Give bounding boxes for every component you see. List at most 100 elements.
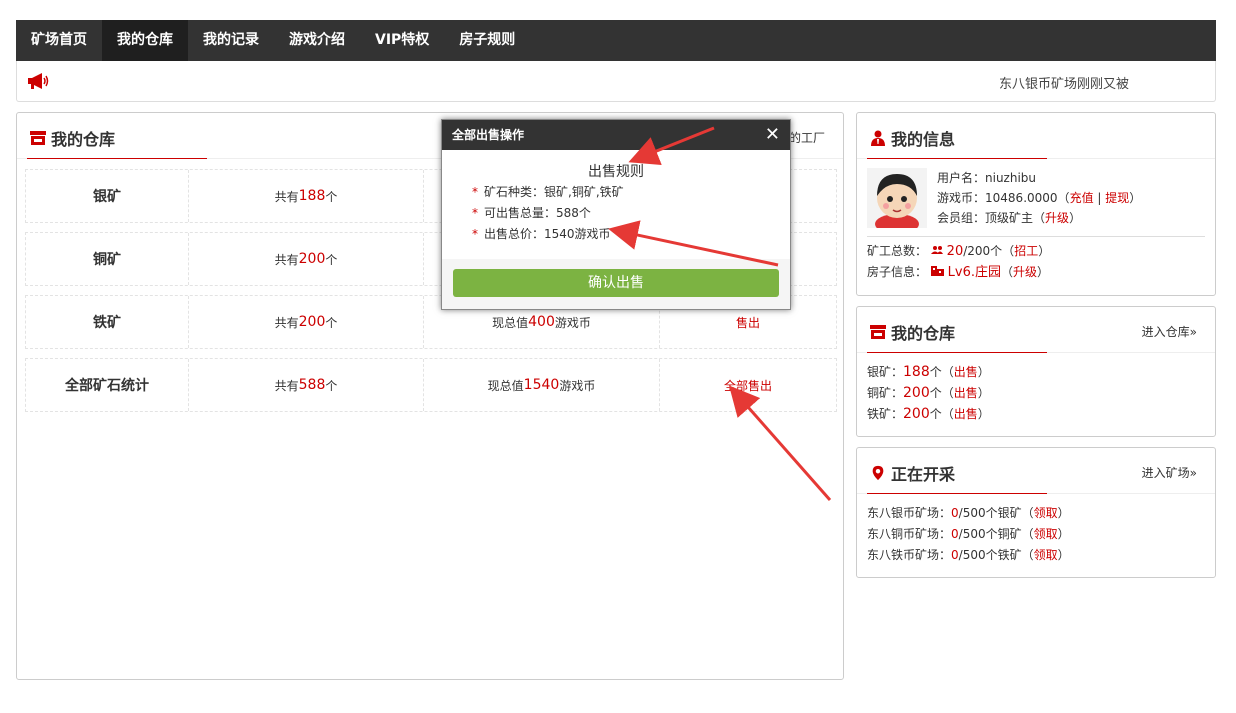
enter-mine-link[interactable]: 进入矿场» bbox=[1142, 464, 1197, 481]
value-unit: 游戏币 bbox=[554, 315, 591, 330]
mine-capacity: /500个铁矿 bbox=[958, 548, 1022, 562]
ore-action: 全部售出 bbox=[660, 359, 836, 411]
recruit-link[interactable]: 招工 bbox=[1014, 244, 1038, 258]
username-label: 用户名： bbox=[937, 171, 986, 185]
item-unit: 个 bbox=[929, 386, 942, 400]
tab-vip[interactable]: VIP特权 bbox=[360, 20, 444, 61]
mine-name: 东八铜币矿场： bbox=[867, 527, 952, 541]
tab-game-intro[interactable]: 游戏介绍 bbox=[274, 20, 360, 61]
user-icon bbox=[871, 130, 885, 146]
list-item: 银矿：188个（出售） bbox=[867, 364, 990, 380]
sell-link[interactable]: 出售 bbox=[954, 386, 978, 400]
avatar bbox=[867, 168, 927, 228]
ore-value: 现总值 1540 游戏币 bbox=[424, 359, 660, 411]
mine-name: 东八铁币矿场： bbox=[867, 548, 952, 562]
my-info-header: 我的信息 bbox=[857, 113, 1215, 159]
store-icon bbox=[30, 131, 46, 145]
dialog-header: 全部出售操作 ✕ bbox=[442, 120, 790, 150]
tab-my-warehouse[interactable]: 我的仓库 bbox=[102, 20, 188, 61]
house-value: Lv6.庄园 bbox=[947, 265, 1002, 280]
group-icon bbox=[930, 246, 943, 254]
upgrade-house-link[interactable]: 升级 bbox=[1013, 265, 1037, 279]
mining-header: 正在开采 进入矿场» bbox=[857, 448, 1215, 494]
item-name: 铜矿： bbox=[867, 386, 904, 400]
top-nav: 矿场首页 我的仓库 我的记录 游戏介绍 VIP特权 房子规则 bbox=[16, 20, 1216, 61]
count-value: 200 bbox=[298, 314, 326, 330]
confirm-sell-button[interactable]: 确认出售 bbox=[453, 269, 779, 297]
value-number: 1540 bbox=[523, 377, 560, 393]
tab-house-rules[interactable]: 房子规则 bbox=[444, 20, 530, 61]
upgrade-group-link[interactable]: 升级 bbox=[1045, 211, 1069, 225]
workers-line: 矿工总数： 20/200个（招工） bbox=[867, 244, 1051, 259]
dialog-footer: 确认出售 bbox=[442, 259, 790, 309]
collect-link[interactable]: 领取 bbox=[1034, 527, 1058, 541]
sell-button[interactable]: 售出 bbox=[736, 314, 760, 331]
count-prefix: 共有 bbox=[274, 378, 299, 393]
close-icon[interactable]: ✕ bbox=[765, 120, 780, 150]
collect-link[interactable]: 领取 bbox=[1034, 506, 1058, 520]
my-info-title: 我的信息 bbox=[869, 126, 955, 150]
list-item: 东八银币矿场：0/500个银矿（领取） bbox=[867, 506, 1070, 520]
house-line: 房子信息： Lv6.庄园（升级） bbox=[867, 265, 1050, 280]
mine-current: 0 bbox=[951, 506, 959, 520]
enter-warehouse-link[interactable]: 进入仓库» bbox=[1142, 323, 1197, 340]
workers-current: 20 bbox=[946, 244, 964, 259]
tab-mine-home[interactable]: 矿场首页 bbox=[16, 20, 102, 61]
group-value: 顶级矿主 bbox=[985, 211, 1034, 225]
store-icon bbox=[870, 325, 886, 339]
count-unit: 个 bbox=[325, 252, 338, 267]
warehouse-title-text: 我的仓库 bbox=[51, 130, 116, 149]
warehouse-title: 我的仓库 bbox=[29, 126, 115, 150]
title-underline bbox=[867, 352, 1047, 353]
list-item: 铁矿：200个（出售） bbox=[867, 406, 990, 422]
mine-current: 0 bbox=[951, 548, 959, 562]
recharge-link[interactable]: 充值 bbox=[1070, 191, 1094, 205]
coins-label: 游戏币： bbox=[937, 191, 986, 205]
count-prefix: 共有 bbox=[274, 189, 299, 204]
location-pin-icon bbox=[872, 465, 884, 481]
withdraw-link[interactable]: 提现 bbox=[1105, 191, 1129, 205]
warehouse-more-link[interactable]: 的工厂 bbox=[789, 129, 825, 146]
announcement-text: 东八银币矿场刚刚又被 bbox=[999, 77, 1130, 92]
dialog-title: 全部出售操作 bbox=[452, 128, 525, 142]
ore-count: 共有 200 个 bbox=[189, 233, 424, 285]
house-label: 房子信息： bbox=[867, 265, 928, 279]
value-number: 400 bbox=[528, 314, 555, 330]
mine-current: 0 bbox=[951, 527, 959, 541]
my-info-body: 用户名：niuzhibu 游戏币：10486.0000（充值 | 提现） 会员组… bbox=[857, 159, 1215, 292]
side-warehouse-panel: 我的仓库 进入仓库» 银矿：188个（出售） 铜矿：200个（出售） 铁矿：20… bbox=[856, 306, 1216, 437]
rules-title: 出售规则 bbox=[588, 164, 644, 180]
sell-all-button[interactable]: 全部售出 bbox=[724, 377, 772, 394]
my-info-panel: 我的信息 用户名：niuzhibu 游戏币：10486.0000（充值 | 提现… bbox=[856, 112, 1216, 296]
mining-title-text: 正在开采 bbox=[891, 465, 956, 484]
title-underline bbox=[867, 158, 1047, 159]
side-warehouse-header: 我的仓库 进入仓库» bbox=[857, 307, 1215, 353]
rules-list: * 矿石种类：银矿,铜矿,铁矿 * 可出售总量：588个 * 出售总价：1540游戏币 bbox=[472, 182, 790, 245]
list-item: 东八铁币矿场：0/500个铁矿（领取） bbox=[867, 548, 1070, 562]
user-summary: 用户名：niuzhibu 游戏币：10486.0000（充值 | 提现） 会员组… bbox=[867, 168, 1205, 237]
tab-my-records[interactable]: 我的记录 bbox=[188, 20, 274, 61]
coins-line: 游戏币：10486.0000（充值 | 提现） bbox=[937, 191, 1142, 205]
rule-text: 出售总价：1540游戏币 bbox=[484, 227, 611, 241]
collect-link[interactable]: 领取 bbox=[1034, 548, 1058, 562]
mining-title: 正在开采 bbox=[869, 461, 955, 485]
house-icon bbox=[930, 266, 944, 276]
count-unit: 个 bbox=[325, 315, 338, 330]
item-name: 铁矿： bbox=[867, 407, 904, 421]
extra-info: 矿工总数： 20/200个（招工） 房子信息： Lv6.庄园（升级） bbox=[867, 241, 1205, 283]
ore-name: 铜矿 bbox=[26, 233, 189, 285]
sell-link[interactable]: 出售 bbox=[954, 365, 978, 379]
side-warehouse-title: 我的仓库 bbox=[869, 320, 955, 344]
rule-text: 可出售总量：588个 bbox=[484, 206, 591, 220]
value-unit: 游戏币 bbox=[559, 378, 596, 393]
count-prefix: 共有 bbox=[274, 315, 299, 330]
title-underline bbox=[27, 158, 207, 159]
sell-link[interactable]: 出售 bbox=[954, 407, 978, 421]
item-unit: 个 bbox=[929, 365, 942, 379]
workers-max: /200个 bbox=[963, 244, 1003, 258]
value-prefix: 现总值 bbox=[487, 378, 524, 393]
mine-capacity: /500个铜矿 bbox=[958, 527, 1022, 541]
username-value: niuzhibu bbox=[985, 171, 1037, 185]
count-value: 588 bbox=[298, 377, 326, 393]
mine-name: 东八银币矿场： bbox=[867, 506, 952, 520]
